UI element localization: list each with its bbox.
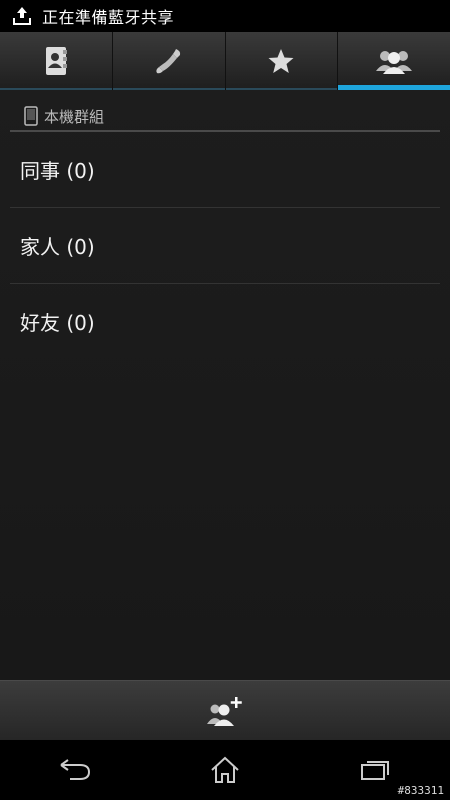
add-group-button[interactable] [195,686,255,736]
section-header: 本機群組 [10,102,440,132]
back-button[interactable] [45,750,105,790]
status-bar: 正在準備藍牙共享 [0,0,450,32]
group-label: 同事 (0) [20,159,95,183]
recent-apps-icon [361,761,389,780]
recent-apps-button[interactable] [345,750,405,790]
navigation-bar [0,740,450,800]
group-row-family[interactable]: 家人 (0) [10,208,440,284]
back-icon [60,759,91,780]
status-notification-text: 正在準備藍牙共享 [42,8,175,27]
tab-groups[interactable] [338,32,450,90]
phone-handset-icon [155,49,180,74]
device-phone-icon [24,106,38,126]
add-group-icon [207,697,242,726]
home-icon [211,756,239,783]
tab-contacts[interactable] [0,32,113,90]
watermark: #833311 [397,784,444,797]
groups-icon [376,51,413,74]
tab-bar [0,32,450,90]
group-row-colleagues[interactable]: 同事 (0) [10,132,440,208]
contacts-book-icon [45,47,67,75]
groups-list-area: 本機群組 同事 (0) 家人 (0) 好友 (0) [0,90,450,680]
action-bar [0,680,450,741]
section-header-label: 本機群組 [44,107,105,126]
tab-favorites[interactable] [225,32,339,90]
upload-icon [13,7,31,25]
group-row-friends[interactable]: 好友 (0) [10,284,440,359]
tab-phone[interactable] [112,32,226,90]
group-label: 好友 (0) [20,311,95,335]
home-button[interactable] [195,750,255,790]
group-label: 家人 (0) [20,235,95,259]
star-icon [268,49,294,73]
